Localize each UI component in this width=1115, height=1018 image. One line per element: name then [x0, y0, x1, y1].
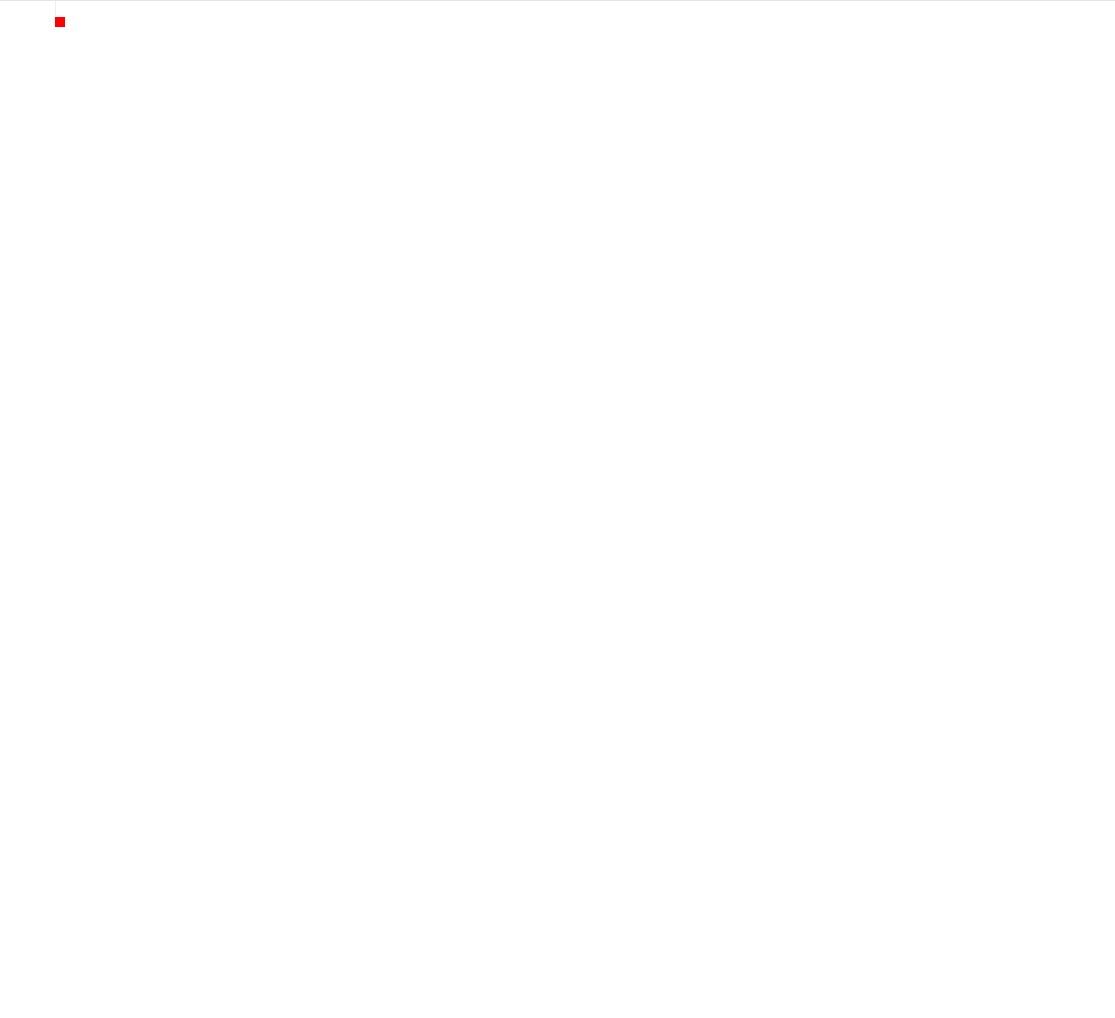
code-area[interactable]: [55, 1, 80, 17]
code-wrap: [55, 1, 80, 17]
code-block: [0, 0, 1115, 17]
line-number-gutter: [0, 1, 55, 17]
highlight-annotation: [55, 17, 65, 27]
